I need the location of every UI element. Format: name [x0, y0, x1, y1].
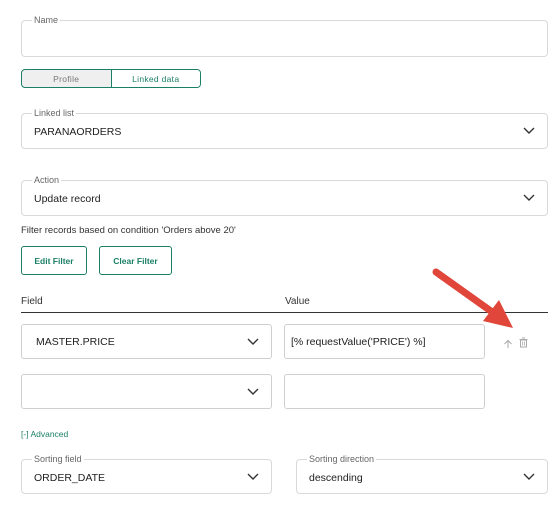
advanced-toggle[interactable]: [-] Advanced	[21, 429, 68, 439]
chevron-down-icon	[523, 473, 535, 481]
field-column-header: Field	[21, 296, 43, 307]
sorting-field-label: Sorting field	[32, 453, 84, 465]
action-value: Update record	[34, 193, 101, 205]
linked-list-select[interactable]: Linked list PARANAORDERS	[21, 107, 548, 149]
name-field-label: Name	[32, 14, 61, 26]
tab-group: Profile Linked data	[21, 69, 201, 88]
chevron-down-icon	[523, 127, 535, 135]
linked-list-label: Linked list	[32, 107, 77, 119]
clear-filter-button[interactable]: Clear Filter	[99, 246, 172, 275]
chevron-down-icon	[523, 194, 535, 202]
value-column-header: Value	[285, 296, 310, 307]
chevron-down-icon	[247, 473, 259, 481]
value-input-row-2[interactable]	[284, 374, 485, 409]
value-input-text: [% requestValue('PRICE') %]	[291, 336, 426, 348]
tab-linked-data[interactable]: Linked data	[110, 70, 200, 87]
field-select-row-2[interactable]	[21, 374, 272, 409]
sorting-direction-label: Sorting direction	[307, 453, 377, 465]
annotation-arrow	[432, 268, 513, 328]
field-select-value: MASTER.PRICE	[36, 336, 115, 348]
tab-profile[interactable]: Profile	[22, 70, 111, 87]
sorting-direction-value: descending	[309, 472, 363, 484]
filter-description: Filter records based on condition 'Order…	[21, 225, 236, 236]
name-field[interactable]: Name	[21, 14, 548, 57]
sorting-field-value: ORDER_DATE	[34, 472, 105, 484]
action-label: Action	[32, 174, 62, 186]
field-select-row-1[interactable]: MASTER.PRICE	[21, 324, 272, 359]
chevron-down-icon	[247, 388, 259, 396]
sorting-direction-select[interactable]: Sorting direction descending	[296, 453, 548, 494]
sorting-field-select[interactable]: Sorting field ORDER_DATE	[21, 453, 272, 494]
chevron-down-icon	[247, 338, 259, 346]
action-select[interactable]: Action Update record	[21, 174, 548, 216]
edit-filter-button[interactable]: Edit Filter	[21, 246, 87, 275]
linked-list-value: PARANAORDERS	[34, 126, 122, 138]
